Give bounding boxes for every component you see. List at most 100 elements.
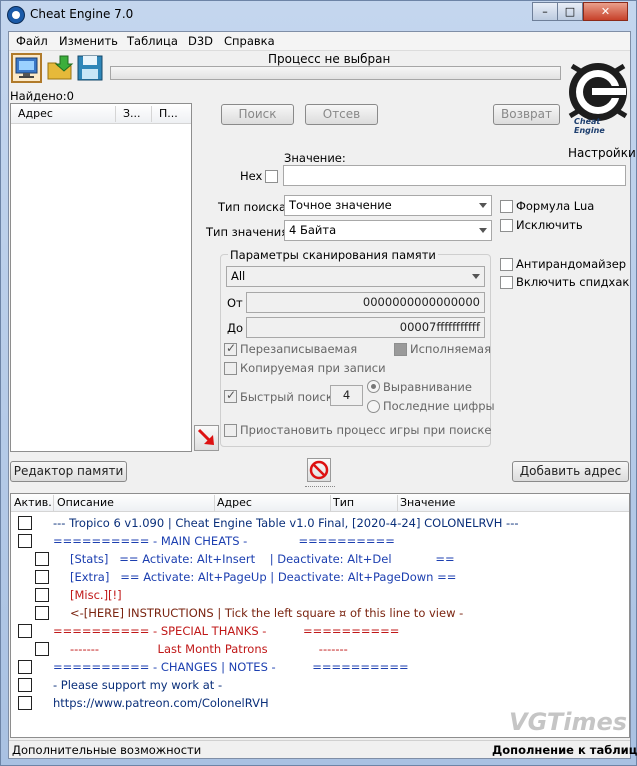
column-type[interactable]: Тип xyxy=(333,496,354,509)
save-file-button[interactable] xyxy=(75,53,106,83)
column-active[interactable]: Актив. xyxy=(14,496,52,509)
table-row[interactable]: <-[HERE] INSTRUCTIONS | Tick the left sq… xyxy=(11,604,627,622)
table-row[interactable]: --- Tropico 6 v1.090 | Cheat Engine Tabl… xyxy=(11,514,627,532)
value-type-select[interactable]: 4 Байта xyxy=(284,220,492,241)
scan-progress-bar xyxy=(110,66,561,80)
row-description: ------- Last Month Patrons ------- xyxy=(70,642,348,656)
column-value[interactable]: Значение xyxy=(400,496,455,509)
chevron-down-icon xyxy=(472,274,480,279)
table-row[interactable]: ========== - SPECIAL THANKS - ========== xyxy=(11,622,627,640)
cheat-engine-logo[interactable]: Cheat Engine xyxy=(566,50,630,142)
menu-d3d[interactable]: D3D xyxy=(188,34,213,48)
last-digits-radio[interactable] xyxy=(367,400,380,413)
to-label: До xyxy=(227,321,244,335)
scan-type-value: Точное значение xyxy=(289,198,392,212)
table-row[interactable]: [Extra] == Activate: Alt+PageUp | Deacti… xyxy=(11,568,627,586)
row-active-checkbox[interactable] xyxy=(35,570,49,584)
copy-on-write-checkbox[interactable] xyxy=(224,362,237,375)
row-active-checkbox[interactable] xyxy=(35,642,49,656)
memory-view-button[interactable]: Редактор памяти xyxy=(10,461,127,482)
anti-randomizer-label: Антирандомайзер xyxy=(516,257,627,271)
column-previous[interactable]: П... xyxy=(159,107,178,120)
scan-type-label: Тип поиска xyxy=(218,200,287,214)
maximize-button[interactable]: □ xyxy=(557,2,583,21)
speedhack-label: Включить спидхак xyxy=(516,275,630,289)
cheat-engine-app-icon xyxy=(7,6,25,24)
alignment-radio[interactable] xyxy=(367,380,380,393)
hex-label: Hex xyxy=(240,169,263,183)
hex-checkbox[interactable] xyxy=(265,170,278,183)
table-extras-link[interactable]: Дополнение к таблице xyxy=(492,743,637,757)
filter-button[interactable]: Отсев xyxy=(305,104,378,125)
cheat-table-header: Актив. Описание Адрес Тип Значение xyxy=(11,494,629,512)
computer-icon xyxy=(15,57,38,78)
clear-list-button[interactable] xyxy=(307,458,331,482)
table-row[interactable]: [Stats] == Activate: Alt+Insert | Deacti… xyxy=(11,550,627,568)
executable-checkbox[interactable] xyxy=(394,343,407,356)
table-row[interactable]: [Misc.][!] xyxy=(11,586,627,604)
found-address-list[interactable]: Адрес З... П... xyxy=(10,103,192,452)
row-active-checkbox[interactable] xyxy=(35,606,49,620)
table-row[interactable]: ------- Last Month Patrons ------- xyxy=(11,640,627,658)
fast-scan-alignment-input[interactable]: 4 xyxy=(330,385,363,406)
menu-help[interactable]: Справка xyxy=(224,34,275,48)
stop-address-input[interactable]: 00007fffffffffff xyxy=(246,317,485,338)
advanced-options-link[interactable]: Дополнительные возможности xyxy=(12,743,201,757)
logo-text: Cheat Engine xyxy=(574,117,605,135)
open-folder-icon xyxy=(47,55,74,80)
settings-label[interactable]: Настройки xyxy=(568,146,636,160)
column-description[interactable]: Описание xyxy=(57,496,114,509)
menu-file[interactable]: Файл xyxy=(16,34,48,48)
menu-edit[interactable]: Изменить xyxy=(59,34,118,48)
column-address[interactable]: Адрес xyxy=(217,496,252,509)
cheat-table[interactable]: Актив. Описание Адрес Тип Значение --- T… xyxy=(10,493,630,738)
title-bar[interactable]: Cheat Engine 7.0 – □ ✕ xyxy=(1,1,636,29)
row-active-checkbox[interactable] xyxy=(18,624,32,638)
row-description: [Misc.][!] xyxy=(70,588,122,602)
open-file-button[interactable] xyxy=(45,53,76,83)
row-active-checkbox[interactable] xyxy=(18,660,32,674)
memory-region-select[interactable]: All xyxy=(226,266,485,287)
add-to-table-arrow-button[interactable] xyxy=(194,425,219,451)
row-active-checkbox[interactable] xyxy=(35,588,49,602)
scan-type-select[interactable]: Точное значение xyxy=(284,195,492,216)
menu-table[interactable]: Таблица xyxy=(127,34,178,48)
column-value[interactable]: З... xyxy=(123,107,141,120)
row-active-checkbox[interactable] xyxy=(18,696,32,710)
row-description: ========== - CHANGES | NOTES - =========… xyxy=(53,660,409,674)
row-active-checkbox[interactable] xyxy=(18,534,32,548)
value-input[interactable] xyxy=(283,165,626,186)
red-arrow-icon xyxy=(197,428,214,445)
anti-randomizer-checkbox[interactable] xyxy=(500,258,513,271)
add-address-button[interactable]: Добавить адрес xyxy=(512,461,629,482)
table-row[interactable]: ========== - CHANGES | NOTES - =========… xyxy=(11,658,627,676)
speedhack-checkbox[interactable] xyxy=(500,276,513,289)
main-window: Cheat Engine 7.0 – □ ✕ Файл Изменить Таб… xyxy=(0,0,637,766)
table-row[interactable]: - Please support my work at - xyxy=(11,676,627,694)
close-button[interactable]: ✕ xyxy=(583,2,628,21)
undo-scan-button[interactable]: Возврат xyxy=(493,104,560,125)
value-type-value: 4 Байта xyxy=(289,223,337,237)
row-active-checkbox[interactable] xyxy=(35,552,49,566)
writable-checkbox[interactable] xyxy=(224,341,237,356)
table-row[interactable]: ========== - MAIN CHEATS - ========== xyxy=(11,532,627,550)
exclude-checkbox[interactable] xyxy=(500,219,513,232)
start-address-input[interactable]: 0000000000000000 xyxy=(246,292,485,313)
column-address[interactable]: Адрес xyxy=(18,107,53,120)
pause-process-checkbox[interactable] xyxy=(224,424,237,437)
value-label: Значение: xyxy=(284,151,346,165)
lua-formula-label: Формула Lua xyxy=(516,199,595,213)
row-description: https://www.patreon.com/ColonelRVH xyxy=(53,696,269,710)
status-bar: Дополнительные возможности Дополнение к … xyxy=(9,740,637,758)
row-active-checkbox[interactable] xyxy=(18,678,32,692)
lua-formula-checkbox[interactable] xyxy=(500,200,513,213)
writable-label: Перезаписываемая xyxy=(240,342,358,356)
menu-bar: Файл Изменить Таблица D3D Справка xyxy=(9,32,630,51)
row-description: --- Tropico 6 v1.090 | Cheat Engine Tabl… xyxy=(53,516,519,530)
select-process-button[interactable] xyxy=(11,53,42,83)
row-active-checkbox[interactable] xyxy=(18,516,32,530)
splitter-handle[interactable] xyxy=(305,486,335,489)
fast-scan-checkbox[interactable] xyxy=(224,388,237,403)
minimize-button[interactable]: – xyxy=(532,2,558,21)
search-button[interactable]: Поиск xyxy=(221,104,294,125)
